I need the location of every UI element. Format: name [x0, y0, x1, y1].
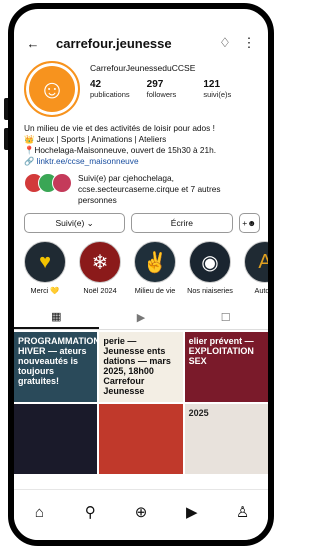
bio-link[interactable]: 🔗 linktr.ee/ccse_maisonneuve — [24, 156, 258, 167]
page-title: carrefour.jeunesse — [56, 35, 172, 51]
search-icon[interactable]: ⚲ — [78, 503, 102, 521]
profile-header: ☺ CarrefourJeunesseduCCSE 42 publication… — [14, 59, 268, 117]
autumn-icon: A — [244, 241, 268, 283]
action-buttons: Suivi(e) ⌄ Écrire +☻ — [14, 206, 268, 233]
post-thumbnail[interactable]: PROGRAMMATION HIVER — ateurs nouveautés … — [14, 332, 98, 402]
avatar[interactable]: ☺ — [24, 61, 80, 117]
post-thumbnail[interactable] — [14, 404, 98, 474]
back-arrow-icon[interactable]: ← — [24, 36, 42, 51]
profile-tabs: ▦ ▶ ☐ — [14, 305, 268, 330]
post-grid: PROGRAMMATION HIVER — ateurs nouveautés … — [14, 332, 268, 474]
stat-publications[interactable]: 42 publications — [90, 79, 147, 99]
followed-by-text: Suivi(e) par cjehochelaga, ccse.secteurc… — [78, 173, 221, 205]
avatar-icon: ☺ — [38, 73, 66, 104]
bio-line: 👑 Jeux | Sports | Animations | Ateliers — [24, 134, 167, 144]
post-thumbnail[interactable]: 2025 — [184, 404, 268, 474]
more-options-icon[interactable]: ⋮ — [240, 35, 258, 51]
bio-line: 📍Hochelaga-Maisonneuve, ouvert de 15h30 … — [24, 145, 217, 155]
bell-icon[interactable]: ♢ — [216, 35, 234, 51]
followed-by[interactable]: Suivi(e) par cjehochelaga, ccse.secteurc… — [14, 167, 268, 206]
highlight-label: Nos niaiseries — [187, 286, 233, 295]
peace-hand-icon: ✌ — [134, 241, 176, 283]
follower-avatars — [24, 173, 78, 206]
stat-followers[interactable]: 297 followers — [147, 79, 204, 99]
profile-icon[interactable]: ♙ — [231, 503, 255, 521]
highlight-automne[interactable]: A Autom — [242, 241, 274, 295]
add-person-button[interactable]: +☻ — [238, 213, 260, 233]
highlight-label: Noël 2024 — [83, 286, 117, 295]
sunglasses-icon: ◉ — [189, 241, 231, 283]
tab-grid[interactable]: ▦ — [14, 305, 99, 329]
stat-value: 121 — [203, 79, 221, 90]
heart-icon: ♥ — [24, 241, 66, 283]
highlight-label: Milieu de vie — [134, 286, 176, 295]
highlight-niaiseries[interactable]: ◉ Nos niaiseries — [187, 241, 233, 295]
top-bar: ← carrefour.jeunesse ♢ ⋮ — [14, 27, 268, 59]
follower-avatar — [52, 173, 72, 193]
bio: Un milieu de vie et des activités de loi… — [14, 117, 268, 167]
snowflake-icon: ❄ — [79, 241, 121, 283]
message-button[interactable]: Écrire — [131, 213, 233, 233]
reels-icon: ▶ — [136, 311, 146, 324]
highlight-noel[interactable]: ❄ Noël 2024 — [77, 241, 123, 295]
post-thumbnail[interactable] — [99, 404, 183, 474]
tagged-icon: ☐ — [220, 311, 231, 324]
stat-label: publications — [90, 90, 130, 99]
highlight-merci[interactable]: ♥ Merci 💛 — [22, 241, 68, 295]
post-thumbnail[interactable]: elier prévent — EXPLOITATION SEX — [184, 332, 268, 402]
create-icon[interactable]: ⊕ — [129, 503, 153, 521]
highlight-label: Autom — [254, 286, 274, 295]
highlight-milieu[interactable]: ✌ Milieu de vie — [132, 241, 178, 295]
profile-info: CarrefourJeunesseduCCSE 42 publications … — [90, 61, 260, 117]
status-bar — [14, 9, 268, 27]
highlight-label: Merci 💛 — [30, 286, 60, 295]
stats-row: 42 publications 297 followers 121 suivi(… — [90, 79, 260, 99]
tab-reels[interactable]: ▶ — [99, 305, 184, 329]
follow-button[interactable]: Suivi(e) ⌄ — [24, 213, 126, 233]
reels-nav-icon[interactable]: ▶ — [180, 503, 204, 521]
tab-tagged[interactable]: ☐ — [183, 305, 268, 329]
screen: ← carrefour.jeunesse ♢ ⋮ ☺ CarrefourJeun… — [14, 9, 268, 540]
stat-label: suivi(e)s — [203, 90, 232, 99]
stat-following[interactable]: 121 suivi(e)s — [203, 79, 260, 99]
stat-value: 42 — [90, 79, 102, 90]
story-highlights: ♥ Merci 💛 ❄ Noël 2024 ✌ Milieu de vie ◉ … — [14, 233, 268, 295]
phone-frame: ← carrefour.jeunesse ♢ ⋮ ☺ CarrefourJeun… — [8, 3, 274, 546]
bio-line: Un milieu de vie et des activités de loi… — [24, 123, 215, 133]
stat-value: 297 — [146, 79, 164, 90]
display-name: CarrefourJeunesseduCCSE — [90, 63, 196, 73]
bottom-nav: ⌂ ⚲ ⊕ ▶ ♙ — [14, 489, 268, 540]
grid-icon: ▦ — [51, 310, 62, 323]
stat-label: followers — [146, 90, 177, 99]
home-icon[interactable]: ⌂ — [27, 504, 51, 521]
post-thumbnail[interactable]: perie — Jeunesse ents dations — mars 202… — [99, 332, 183, 402]
